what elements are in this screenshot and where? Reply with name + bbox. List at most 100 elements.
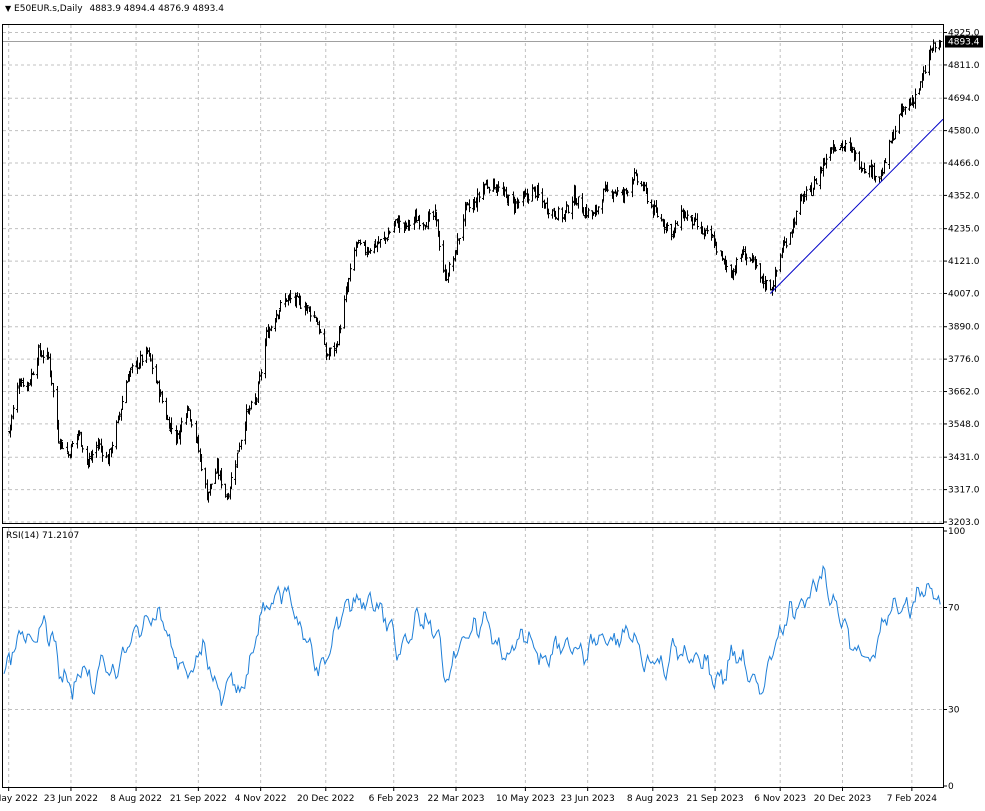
price-tick-label: 3890.0 [948, 323, 980, 333]
rsi-tick-label: 100 [948, 527, 965, 537]
ohlc-bar [270, 325, 273, 332]
price-tick-label: 3776.0 [948, 355, 980, 365]
time-tick-label: 23 Jun 2022 [44, 794, 98, 804]
ohlc-bar [236, 452, 239, 468]
ohlc-bar [115, 420, 118, 450]
ohlc-bar [155, 364, 158, 383]
ohlc-bar [706, 225, 709, 234]
symbol-label: E50EUR.s,Daily [14, 4, 83, 14]
ohlc-bar [432, 210, 435, 220]
ohlc-bar [240, 439, 243, 450]
ohlc-bar [120, 408, 123, 421]
ohlc-bar [16, 382, 19, 413]
ohlc-bar [531, 184, 534, 202]
time-tick-label: 21 Sep 2022 [170, 794, 227, 804]
chart-root: 4925.0 4811.0 4694.0 4580.0 4466.0 4352.0 4235… [0, 0, 985, 808]
ohlc-bar [601, 199, 604, 214]
ohlc-bar [478, 191, 481, 203]
time-tick-label: 8 Aug 2022 [110, 794, 162, 804]
ohlc-bar [200, 453, 203, 472]
rsi-tick-label: 30 [948, 706, 960, 716]
ohlc-bar [888, 139, 891, 169]
price-tick-label: 3431.0 [948, 453, 980, 463]
ohlc-bar [676, 221, 679, 226]
time-tick-label: 22 Mar 2023 [427, 794, 484, 804]
ohlc-bar [805, 186, 808, 201]
ohlc-bar [151, 354, 154, 375]
time-tick-label: 6 Nov 2023 [754, 794, 806, 804]
price-tick-label: 4694.0 [948, 94, 980, 104]
ohlc-bar [250, 400, 253, 410]
ohlc-bar [37, 344, 40, 366]
ohlc-bar [488, 186, 491, 194]
ohlc-bar [710, 225, 713, 241]
price-tick-label: 3662.0 [948, 388, 980, 398]
price-pane-frame [2, 24, 944, 524]
ohlc-bar [238, 442, 241, 452]
ohlc-bar [759, 263, 762, 283]
ohlc-bar [919, 81, 922, 91]
ohlc-bar [795, 210, 798, 226]
price-tick-label: 4352.0 [948, 191, 980, 201]
ohlc-bar [204, 467, 207, 489]
last-price-text: 4893.4 [948, 38, 980, 48]
rsi-plot [3, 564, 941, 706]
ohlc-bar [680, 205, 683, 231]
time-tick-label: 8 Aug 2023 [627, 794, 679, 804]
time-tick-label: 21 Sep 2023 [687, 794, 744, 804]
time-tick-label: 6 Feb 2023 [369, 794, 419, 804]
chevron-down-icon[interactable]: ▼ [5, 4, 11, 13]
price-bars [8, 39, 942, 503]
rsi-grid [3, 528, 943, 787]
ohlc-bar [779, 253, 782, 273]
time-tick-label: 23 Jun 2023 [561, 794, 615, 804]
ohlc-bar [839, 147, 842, 151]
ohlc-bar [230, 472, 233, 490]
ohlc-bar [567, 205, 570, 214]
ohlc-bar [924, 65, 927, 74]
ohlc-bar [686, 210, 689, 221]
ohlc-bar [551, 209, 554, 219]
time-tick-label: 20 Dec 2023 [814, 794, 872, 804]
time-tick-label: 10 May 2022 [0, 794, 38, 804]
chart-svg: 4925.04811.04694.04580.04466.04352.04235… [0, 24, 983, 804]
ohlc-bar [121, 395, 124, 410]
ohlc-bar [934, 42, 937, 53]
price-axis: 4925.04811.04694.04580.04466.04352.04235… [943, 29, 980, 528]
ohlc-bar [81, 445, 84, 453]
ohlc-bar [141, 354, 144, 366]
price-grid [3, 25, 943, 523]
rsi-tick-label: 0 [948, 782, 954, 792]
ohlc-bar [66, 442, 69, 453]
ohlc-bar [813, 176, 816, 190]
ohlc-bar [343, 295, 346, 329]
time-tick-label: 7 Feb 2024 [887, 794, 938, 804]
ohlc-bar [561, 207, 564, 223]
price-tick-label: 3317.0 [948, 486, 980, 496]
ohlc-bar [95, 441, 98, 458]
ohlc-bar [349, 263, 352, 282]
ohlc-bar [12, 405, 15, 420]
last-price-label: 4893.4 [945, 35, 983, 48]
ohlc-bar [670, 223, 673, 241]
ohlc-bar [602, 188, 605, 202]
ohlc-bar [894, 125, 897, 140]
time-axis: 10 May 2022 23 Jun 2022 8 Aug 2022 21 Sep 2… [0, 787, 937, 804]
ohlc-bar [224, 483, 227, 498]
ohlc-bar [52, 383, 55, 398]
ohlc-bar [633, 168, 636, 181]
rsi-tick-label: 70 [948, 604, 960, 614]
price-tick-label: 4007.0 [948, 289, 980, 299]
price-tick-label: 4580.0 [948, 127, 980, 137]
rsi-pane-frame [2, 527, 944, 788]
trendline[interactable] [769, 118, 944, 294]
rsi-header: RSI(14) 71.2107 [6, 531, 79, 541]
ohlc-bar [597, 206, 600, 215]
ohlc-bar [571, 196, 574, 220]
price-tick-label: 4811.0 [948, 61, 980, 71]
rsi-axis: 100 70 30 0 [943, 527, 965, 792]
ohlc-bar [379, 238, 382, 248]
ohlc-bar [636, 173, 639, 186]
ohlc-bar [333, 342, 336, 357]
ohlc-bar [696, 213, 699, 230]
